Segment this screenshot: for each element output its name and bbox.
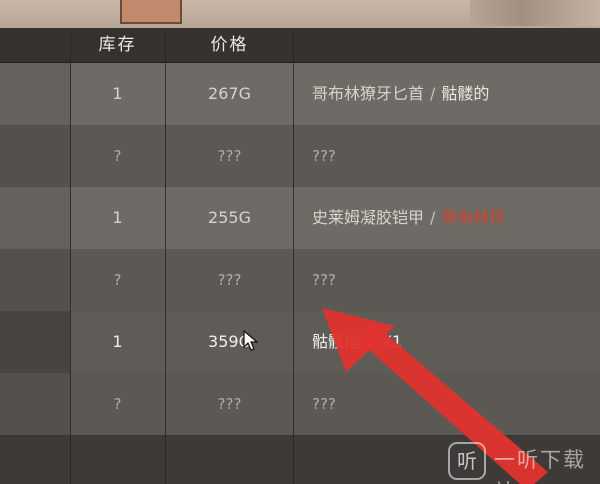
item-name: 哥布林獠牙匕首 xyxy=(312,84,425,103)
item-price: 359G xyxy=(208,332,251,351)
item-name: ??? xyxy=(312,395,336,413)
item-separator: / xyxy=(430,84,436,103)
scenery-crate xyxy=(120,0,182,24)
item-price: ??? xyxy=(217,395,242,413)
header-stock: 库存 xyxy=(98,35,137,55)
item-row[interactable]: 1 255G 史莱姆凝胶铠甲 / 哥布林符 xyxy=(0,187,600,251)
item-stock: ? xyxy=(113,395,122,413)
column-divider xyxy=(293,28,294,484)
item-price: 267G xyxy=(208,84,251,103)
header-price: 价格 xyxy=(210,35,249,55)
mouse-pointer-icon xyxy=(243,330,259,351)
item-price: 255G xyxy=(208,208,251,227)
row-left-cell xyxy=(0,125,70,187)
table-header: 库存 价格 xyxy=(0,28,600,64)
item-name-cell: 哥布林獠牙匕首 / 骷髅的 xyxy=(312,63,600,125)
item-name: 史莱姆凝胶铠甲 xyxy=(312,208,425,227)
item-price: ??? xyxy=(217,271,242,289)
scenery-plant xyxy=(470,0,600,26)
column-divider xyxy=(165,28,166,484)
shop-screen: 库存 价格 1 267G 哥布林獠牙匕首 / 骷髅的 ? ??? ??? 1 255… xyxy=(0,0,600,484)
item-stock: ? xyxy=(113,271,122,289)
row-left-cell xyxy=(0,249,70,311)
row-left-cell xyxy=(0,311,70,373)
item-name: ??? xyxy=(312,147,336,165)
item-price: ??? xyxy=(217,147,242,165)
item-row-locked[interactable]: ? ??? ??? xyxy=(0,373,600,437)
item-separator: / xyxy=(430,208,436,227)
item-row-selected[interactable]: 1 359G 骷髅指骨 X1 xyxy=(0,311,600,375)
item-extra: 骷髅的 xyxy=(441,84,490,103)
column-divider xyxy=(70,28,71,484)
item-row[interactable]: 1 267G 哥布林獠牙匕首 / 骷髅的 xyxy=(0,63,600,127)
header-name xyxy=(294,28,600,62)
item-name: 骷髅指骨 X1 xyxy=(312,332,403,351)
item-stock: ? xyxy=(113,147,122,165)
item-row-locked[interactable]: ? ??? ??? xyxy=(0,125,600,189)
item-name: ??? xyxy=(312,271,336,289)
item-stock: 1 xyxy=(112,208,123,227)
row-left-cell xyxy=(0,373,70,435)
watermark-logo-icon: 听 xyxy=(448,442,486,480)
item-row-locked[interactable]: ? ??? ??? xyxy=(0,249,600,313)
item-name-cell: 史莱姆凝胶铠甲 / 哥布林符 xyxy=(312,187,600,249)
background-scenery xyxy=(0,0,600,28)
item-extra: 哥布林符 xyxy=(441,208,506,227)
item-stock: 1 xyxy=(112,84,123,103)
row-left-cell xyxy=(0,63,70,125)
item-stock: 1 xyxy=(112,332,123,351)
row-left-cell xyxy=(0,187,70,249)
watermark-text: 一听下载站 xyxy=(494,448,586,484)
site-watermark: 听 一听下载站 xyxy=(440,440,600,484)
